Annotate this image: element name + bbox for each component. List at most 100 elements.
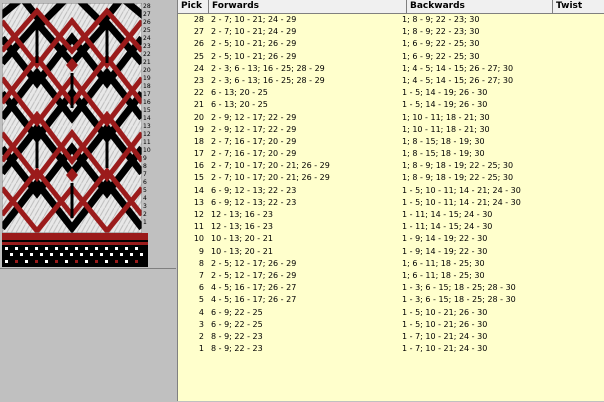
pick-number: 27 <box>143 11 151 18</box>
cell-pick: 5 <box>198 295 204 305</box>
table-row[interactable]: 11 12 - 13; 16 - 23 1 - 11; 14 - 15; 24 - … <box>178 221 604 233</box>
table-row[interactable]: 6 4 - 5; 16 - 17; 26 - 27 1 - 3; 6 - 15; 1… <box>178 282 604 294</box>
table-row[interactable]: 21 6 - 13; 20 - 25 1 - 5; 14 - 19; 26 - 30 <box>178 99 604 111</box>
table-row[interactable]: 15 2 - 7; 10 - 17; 20 - 21; 26 - 29 1; 8 -… <box>178 172 604 184</box>
pick-number: 7 <box>143 171 147 178</box>
column-header-forwards[interactable]: Forwards <box>209 0 407 13</box>
cell-backwards: 1 - 5; 14 - 19; 26 - 30 <box>402 100 488 110</box>
pick-number: 28 <box>143 3 151 10</box>
pick-number: 16 <box>143 99 151 106</box>
cell-forwards: 4 - 5; 16 - 17; 26 - 27 <box>211 295 297 305</box>
cell-backwards: 1 - 5; 10 - 21; 26 - 30 <box>402 307 488 317</box>
cell-forwards: 6 - 9; 22 - 25 <box>211 307 263 317</box>
column-header-backwards[interactable]: Backwards <box>407 0 553 13</box>
table-row[interactable]: 23 2 - 3; 6 - 13; 16 - 25; 28 - 29 1; 4 - … <box>178 75 604 87</box>
cell-forwards: 2 - 3; 6 - 13; 16 - 25; 28 - 29 <box>211 75 325 85</box>
table-row[interactable]: 14 6 - 9; 12 - 13; 22 - 23 1 - 5; 10 - 11;… <box>178 185 604 197</box>
table-row[interactable]: 16 2 - 7; 10 - 17; 20 - 21; 26 - 29 1; 8 -… <box>178 160 604 172</box>
pick-number: 2 <box>143 211 147 218</box>
cell-forwards: 2 - 7; 10 - 21; 24 - 29 <box>211 27 297 37</box>
cell-backwards: 1 - 5; 14 - 19; 26 - 30 <box>402 88 488 98</box>
cell-backwards: 1; 8 - 15; 18 - 19; 30 <box>402 149 485 159</box>
table-row[interactable]: 3 6 - 9; 22 - 25 1 - 5; 10 - 21; 26 - 30 <box>178 319 604 331</box>
pick-number: 13 <box>143 123 151 130</box>
cell-forwards: 12 - 13; 16 - 23 <box>211 210 273 219</box>
pick-number: 21 <box>143 59 151 66</box>
table-row[interactable]: 2 8 - 9; 22 - 23 1 - 7; 10 - 21; 24 - 30 <box>178 331 604 343</box>
pick-number: 18 <box>143 83 151 90</box>
left-empty-area <box>0 268 176 402</box>
cell-backwards: 1; 8 - 9; 22 - 23; 30 <box>402 27 480 37</box>
threading-diagram <box>2 233 148 267</box>
cell-forwards: 2 - 5; 10 - 21; 26 - 29 <box>211 51 297 61</box>
cell-pick: 1 <box>198 344 204 354</box>
cell-pick: 14 <box>193 185 204 195</box>
cell-pick: 23 <box>193 75 204 85</box>
cell-forwards: 6 - 9; 22 - 25 <box>211 319 263 329</box>
cell-pick: 27 <box>193 27 204 37</box>
cell-backwards: 1 - 3; 6 - 15; 18 - 25; 28 - 30 <box>402 295 516 305</box>
cell-forwards: 2 - 5; 10 - 21; 26 - 29 <box>211 39 297 49</box>
cell-forwards: 8 - 9; 22 - 23 <box>211 331 263 341</box>
cell-pick: 7 <box>198 270 204 280</box>
table-row[interactable]: 10 10 - 13; 20 - 21 1 - 9; 14 - 19; 22 - 3… <box>178 233 604 245</box>
table-row[interactable]: 26 2 - 5; 10 - 21; 26 - 29 1; 6 - 9; 22 - … <box>178 38 604 50</box>
table-row[interactable]: 5 4 - 5; 16 - 17; 26 - 27 1 - 3; 6 - 15; 1… <box>178 294 604 306</box>
table-row[interactable]: 22 6 - 13; 20 - 25 1 - 5; 14 - 19; 26 - 30 <box>178 87 604 99</box>
pick-number: 12 <box>143 131 151 138</box>
column-header-twist[interactable]: Twist <box>553 0 604 13</box>
pick-number: 5 <box>143 187 147 194</box>
pick-number: 8 <box>143 163 147 170</box>
pick-number: 6 <box>143 179 147 186</box>
pattern-pane: 28 27 26 25 24 23 22 21 20 19 18 17 16 15 14 13 12 11 10 9 8… <box>0 0 176 402</box>
table-row[interactable]: 9 10 - 13; 20 - 21 1 - 9; 14 - 19; 22 - 30 <box>178 246 604 258</box>
cell-backwards: 1 - 7; 10 - 21; 24 - 30 <box>402 331 488 341</box>
cell-pick: 13 <box>193 197 204 207</box>
cell-forwards: 2 - 7; 10 - 17; 20 - 21; 26 - 29 <box>211 161 330 171</box>
cell-pick: 12 <box>193 210 204 219</box>
cell-pick: 18 <box>193 136 204 146</box>
cell-forwards: 8 - 9; 22 - 23 <box>211 344 263 354</box>
pick-number: 26 <box>143 19 151 26</box>
table-row[interactable]: 24 2 - 3; 6 - 13; 16 - 25; 28 - 29 1; 4 - … <box>178 63 604 75</box>
table-row[interactable]: 28 2 - 7; 10 - 21; 24 - 29 1; 8 - 9; 22 - … <box>178 14 604 26</box>
table-row[interactable]: 7 2 - 5; 12 - 17; 26 - 29 1; 6 - 11; 18 - … <box>178 270 604 282</box>
pick-number: 19 <box>143 75 151 82</box>
table-row[interactable]: 1 8 - 9; 22 - 23 1 - 7; 10 - 21; 24 - 30 <box>178 343 604 355</box>
table-row[interactable]: 27 2 - 7; 10 - 21; 24 - 29 1; 8 - 9; 22 - … <box>178 26 604 38</box>
table-row[interactable]: 12 12 - 13; 16 - 23 1 - 11; 14 - 15; 24 - … <box>178 209 604 221</box>
cell-pick: 9 <box>198 246 204 256</box>
cell-pick: 10 <box>193 234 204 244</box>
table-row[interactable]: 8 2 - 5; 12 - 17; 26 - 29 1; 6 - 11; 18 - … <box>178 258 604 270</box>
cell-forwards: 2 - 3; 6 - 13; 16 - 25; 28 - 29 <box>211 63 325 73</box>
cell-backwards: 1; 10 - 11; 18 - 21; 30 <box>402 124 490 134</box>
pick-number: 23 <box>143 43 151 50</box>
cell-pick: 21 <box>193 100 204 110</box>
pick-number: 15 <box>143 107 151 114</box>
table-row[interactable]: 13 6 - 9; 12 - 13; 22 - 23 1 - 5; 10 - 11;… <box>178 197 604 209</box>
table-body: 28 2 - 7; 10 - 21; 24 - 29 1; 8 - 9; 22 - … <box>178 14 604 355</box>
table-row[interactable]: 17 2 - 7; 16 - 17; 20 - 29 1; 8 - 15; 18 -… <box>178 148 604 160</box>
cell-backwards: 1; 8 - 9; 22 - 23; 30 <box>402 15 480 24</box>
table-row[interactable]: 20 2 - 9; 12 - 17; 22 - 29 1; 10 - 11; 18 … <box>178 112 604 124</box>
cell-forwards: 2 - 7; 16 - 17; 20 - 29 <box>211 136 297 146</box>
instructions-table: Pick Forwards Backwards Twist 28 2 - 7; 1… <box>177 0 604 401</box>
table-row[interactable]: 25 2 - 5; 10 - 21; 26 - 29 1; 6 - 9; 22 - … <box>178 51 604 63</box>
cell-backwards: 1 - 9; 14 - 19; 22 - 30 <box>402 234 488 244</box>
table-row[interactable]: 19 2 - 9; 12 - 17; 22 - 29 1; 10 - 11; 18 … <box>178 124 604 136</box>
pick-number: 22 <box>143 51 151 58</box>
cell-pick: 20 <box>193 112 204 122</box>
table-row[interactable]: 18 2 - 7; 16 - 17; 20 - 29 1; 8 - 15; 18 -… <box>178 136 604 148</box>
cell-forwards: 10 - 13; 20 - 21 <box>211 246 273 256</box>
cell-pick: 24 <box>193 63 204 73</box>
column-header-pick[interactable]: Pick <box>178 0 209 13</box>
cell-forwards: 2 - 7; 10 - 17; 20 - 21; 26 - 29 <box>211 173 330 183</box>
tablet-weaving-app: 28 27 26 25 24 23 22 21 20 19 18 17 16 15 14 13 12 11 10 9 8… <box>0 0 604 402</box>
cell-backwards: 1 - 5; 10 - 21; 26 - 30 <box>402 319 488 329</box>
cell-forwards: 4 - 5; 16 - 17; 26 - 27 <box>211 283 297 293</box>
pick-number: 20 <box>143 67 151 74</box>
cell-forwards: 2 - 5; 12 - 17; 26 - 29 <box>211 258 297 268</box>
cell-backwards: 1; 8 - 15; 18 - 19; 30 <box>402 136 485 146</box>
cell-forwards: 2 - 7; 16 - 17; 20 - 29 <box>211 149 297 159</box>
table-row[interactable]: 4 6 - 9; 22 - 25 1 - 5; 10 - 21; 26 - 30 <box>178 307 604 319</box>
